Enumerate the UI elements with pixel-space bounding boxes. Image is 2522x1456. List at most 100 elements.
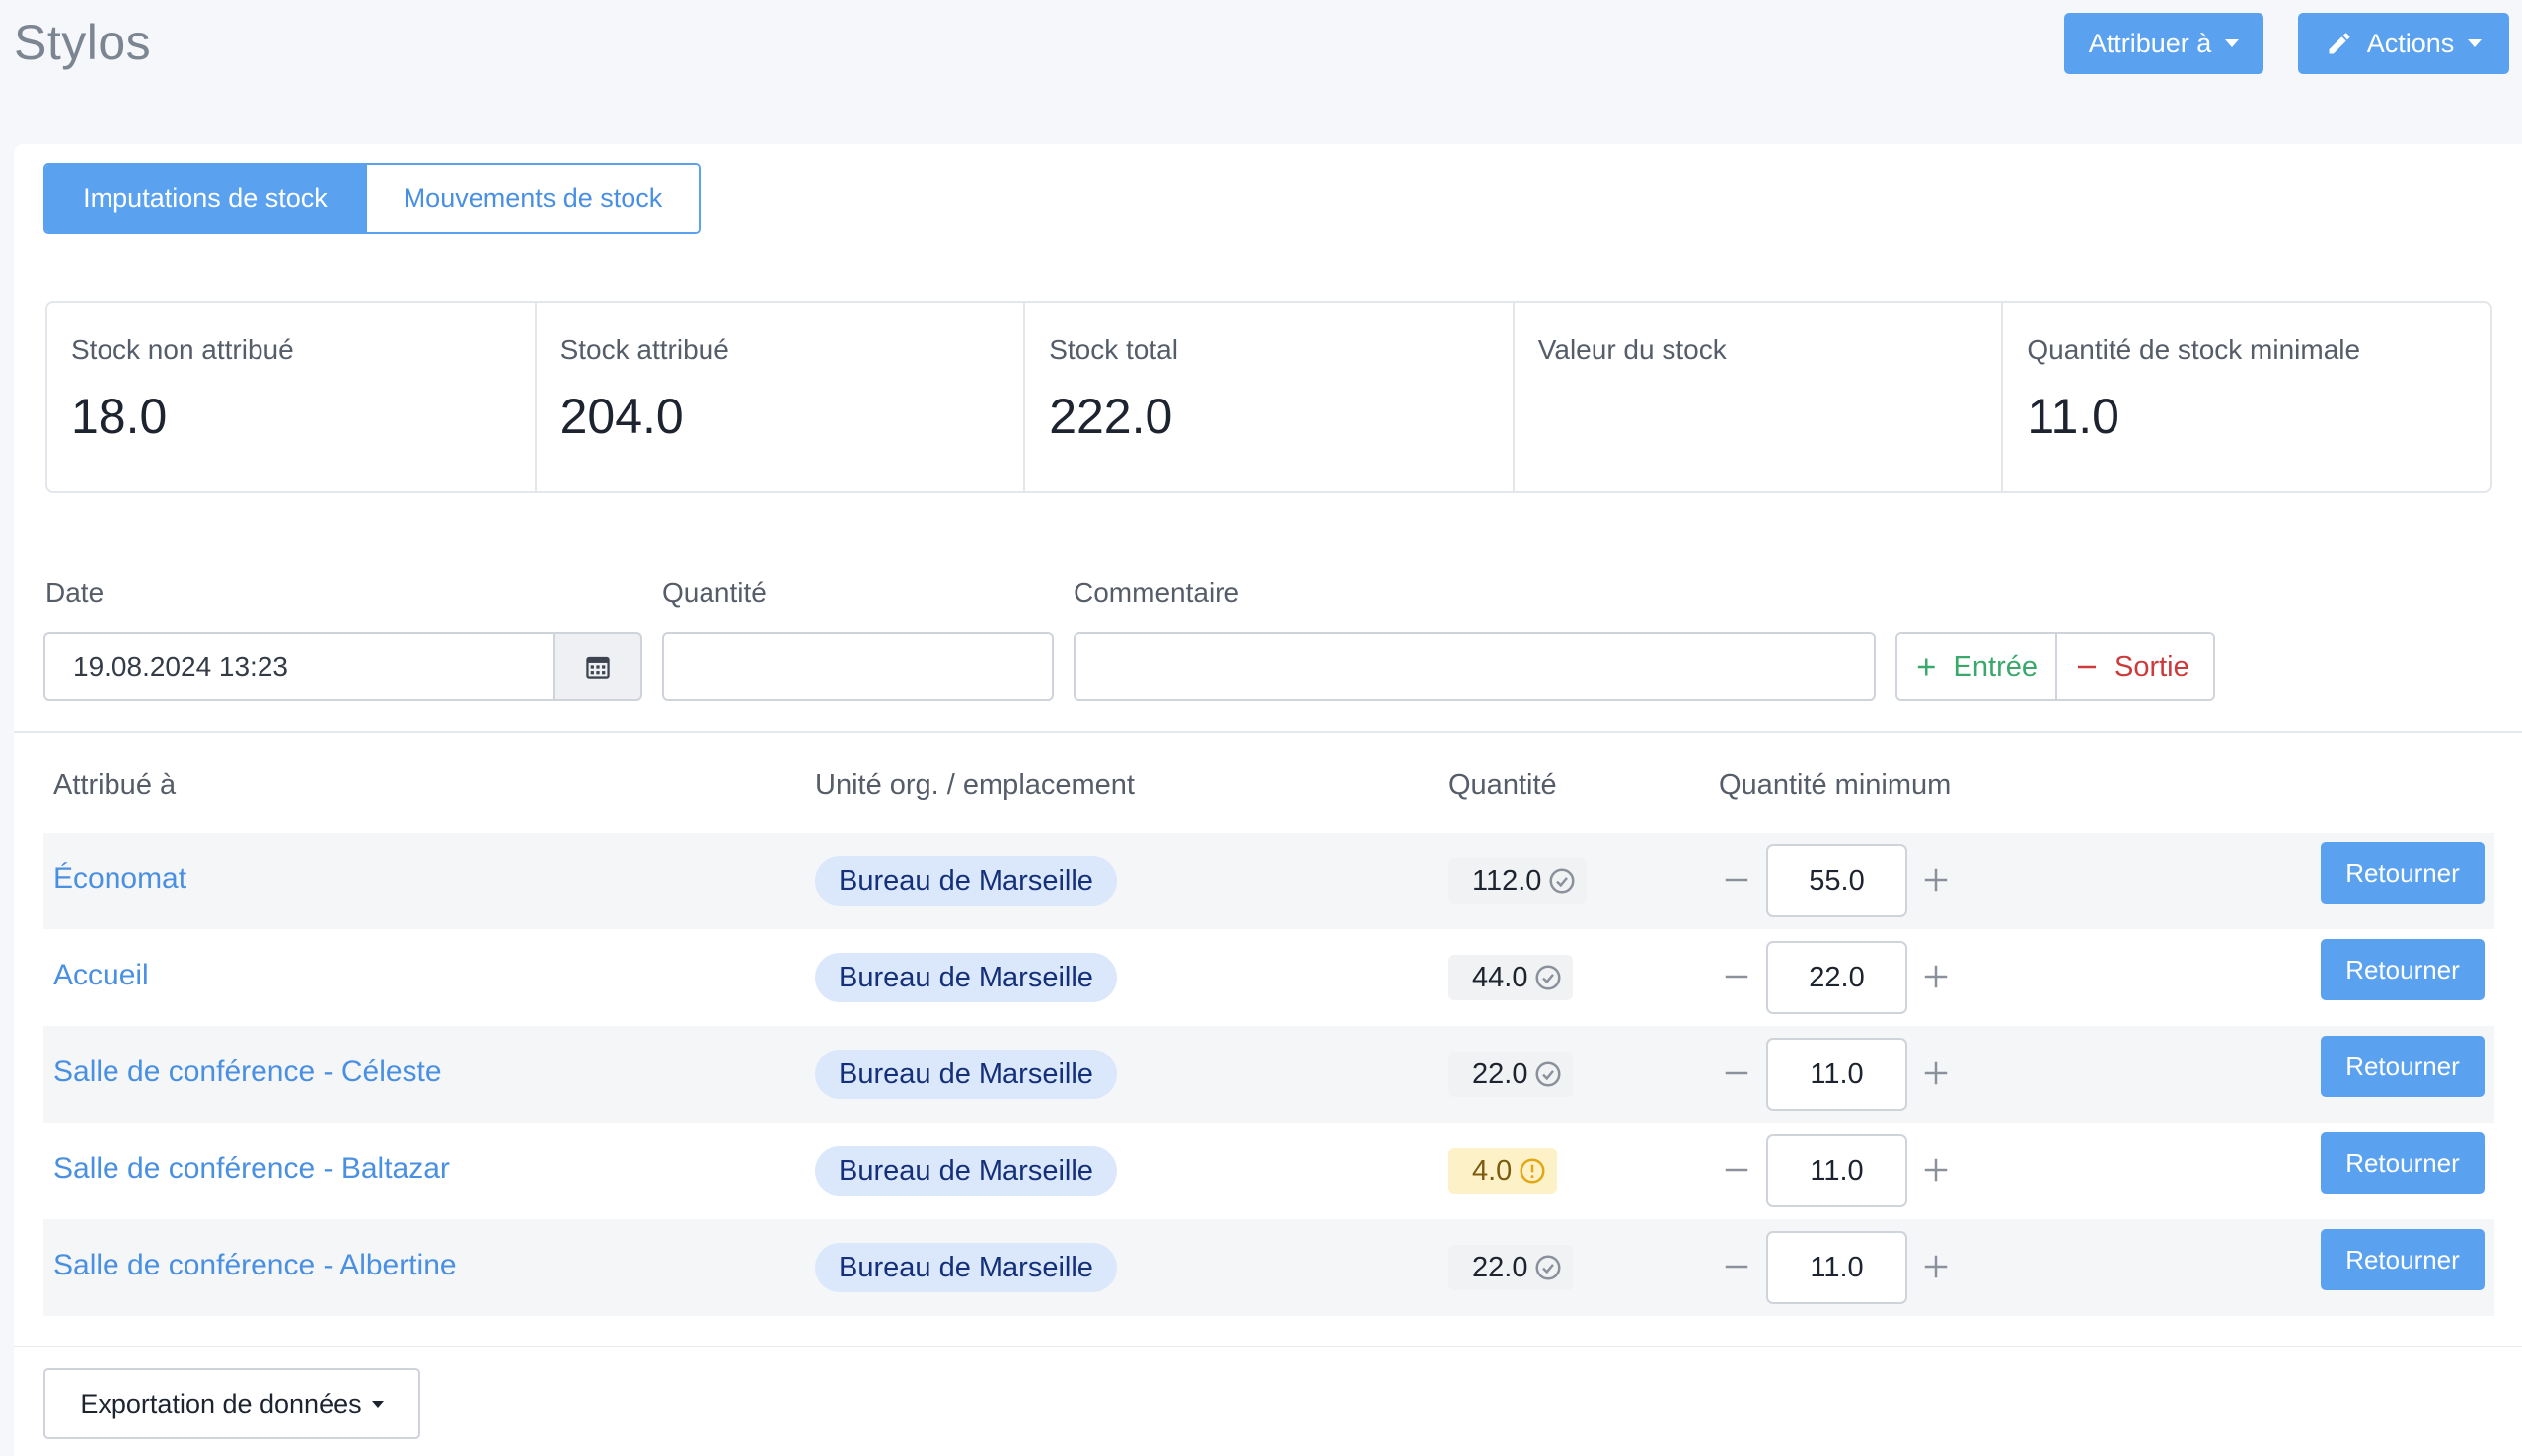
return-button[interactable]: Retourner (2321, 1229, 2485, 1290)
plus-icon (1924, 1255, 1948, 1278)
tab-bar: Imputations de stock Mouvements de stock (43, 163, 701, 234)
quantity-badge: 112.0 (1448, 858, 1588, 904)
increment-min-button[interactable] (1916, 1054, 1956, 1093)
tab-stock-movements[interactable]: Mouvements de stock (365, 165, 699, 232)
table-row: Accueil Bureau de Marseille 44.0 Retourn… (43, 929, 2494, 1026)
stat-assigned-stock: Stock attribué 204.0 (537, 303, 1026, 491)
quantity-input[interactable] (662, 632, 1054, 701)
assigned-to-link[interactable]: Accueil (53, 959, 149, 992)
increment-min-button[interactable] (1916, 860, 1956, 900)
stat-value: 204.0 (559, 389, 684, 444)
plus-icon (1924, 965, 1948, 988)
decrement-min-button[interactable] (1717, 1054, 1756, 1093)
minus-icon (1725, 1265, 1748, 1269)
table-row: Salle de conférence - Céleste Bureau de … (43, 1026, 2494, 1123)
table-row: Salle de conférence - Baltazar Bureau de… (43, 1123, 2494, 1219)
stat-total-stock: Stock total 222.0 (1025, 303, 1515, 491)
assigned-to-link[interactable]: Économat (53, 862, 186, 896)
column-header-min-quantity: Quantité minimum (1719, 769, 1952, 801)
table-row: Économat Bureau de Marseille 112.0 Retou… (43, 833, 2494, 929)
minus-icon (2078, 665, 2096, 669)
check-circle-icon (1535, 1061, 1561, 1087)
stat-label: Valeur du stock (1537, 334, 1727, 365)
page-title: Stylos (14, 15, 152, 70)
plus-icon (1924, 1061, 1948, 1085)
stat-stock-value: Valeur du stock (1515, 303, 2004, 491)
table-row: Salle de conférence - Albertine Bureau d… (43, 1219, 2494, 1316)
quantity-label: Quantité (662, 577, 767, 608)
assign-to-label: Attribuer à (2088, 28, 2212, 58)
min-quantity-input[interactable] (1766, 844, 1907, 917)
increment-min-button[interactable] (1916, 1247, 1956, 1286)
min-quantity-input[interactable] (1766, 1038, 1907, 1111)
return-button[interactable]: Retourner (2321, 1036, 2485, 1097)
quantity-value: 22.0 (1472, 1057, 1528, 1090)
increment-min-button[interactable] (1916, 957, 1956, 996)
quantity-value: 4.0 (1472, 1154, 1513, 1187)
plus-icon (1917, 658, 1935, 676)
min-quantity-input[interactable] (1766, 1231, 1907, 1304)
divider (14, 731, 2522, 733)
quantity-badge-warning: 4.0 (1448, 1148, 1558, 1194)
check-circle-icon (1535, 965, 1561, 990)
comment-input[interactable] (1074, 632, 1876, 701)
warning-circle-icon (1520, 1158, 1545, 1184)
calendar-icon (585, 656, 610, 679)
stock-out-button[interactable]: Sortie (2057, 634, 2213, 699)
calendar-button[interactable] (553, 632, 642, 701)
quantity-value: 22.0 (1472, 1251, 1528, 1283)
caret-down-icon (371, 1400, 384, 1408)
stat-unassigned-stock: Stock non attribué 18.0 (47, 303, 537, 491)
increment-min-button[interactable] (1916, 1150, 1956, 1190)
location-badge[interactable]: Bureau de Marseille (815, 1146, 1117, 1196)
stat-minimum-stock: Quantité de stock minimale 11.0 (2003, 303, 2490, 491)
caret-down-icon (2468, 39, 2483, 47)
stat-label: Stock non attribué (71, 334, 294, 365)
check-circle-icon (1535, 1255, 1561, 1280)
quantity-badge: 22.0 (1448, 1052, 1574, 1097)
min-quantity-input[interactable] (1766, 1134, 1907, 1207)
quantity-value: 112.0 (1472, 864, 1542, 897)
location-badge[interactable]: Bureau de Marseille (815, 953, 1117, 1002)
stat-label: Stock total (1049, 334, 1178, 365)
minus-icon (1725, 1168, 1748, 1172)
minus-icon (1725, 878, 1748, 882)
decrement-min-button[interactable] (1717, 860, 1756, 900)
column-header-location: Unité org. / emplacement (815, 769, 1135, 801)
return-button[interactable]: Retourner (2321, 1132, 2485, 1194)
return-button[interactable]: Retourner (2321, 939, 2485, 1000)
decrement-min-button[interactable] (1717, 957, 1756, 996)
min-quantity-input[interactable] (1766, 941, 1907, 1014)
stock-io-group: Entrée Sortie (1895, 632, 2215, 701)
plus-icon (1924, 1158, 1948, 1182)
quantity-value: 44.0 (1472, 961, 1528, 993)
pencil-icon (2329, 33, 2350, 54)
assigned-to-link[interactable]: Salle de conférence - Albertine (53, 1249, 457, 1282)
export-data-label: Exportation de données (80, 1388, 362, 1419)
minus-icon (1725, 1071, 1748, 1075)
date-input[interactable] (43, 632, 555, 701)
stat-label: Stock attribué (559, 334, 729, 365)
quantity-badge: 22.0 (1448, 1245, 1574, 1290)
decrement-min-button[interactable] (1717, 1247, 1756, 1286)
location-badge[interactable]: Bureau de Marseille (815, 856, 1117, 906)
date-label: Date (45, 577, 105, 608)
tab-stock-allocations[interactable]: Imputations de stock (45, 165, 365, 232)
stat-label: Quantité de stock minimale (2027, 334, 2361, 365)
export-data-button[interactable]: Exportation de données (43, 1368, 420, 1439)
column-header-assigned-to: Attribué à (53, 769, 177, 801)
stat-value: 18.0 (71, 389, 168, 444)
comment-label: Commentaire (1074, 577, 1240, 608)
column-header-quantity: Quantité (1448, 769, 1557, 801)
assigned-to-link[interactable]: Salle de conférence - Baltazar (53, 1152, 450, 1186)
stock-in-button[interactable]: Entrée (1897, 634, 2057, 699)
assign-to-button[interactable]: Attribuer à (2064, 13, 2263, 74)
return-button[interactable]: Retourner (2321, 842, 2485, 904)
check-circle-icon (1549, 868, 1575, 894)
actions-button[interactable]: Actions (2298, 13, 2509, 74)
location-badge[interactable]: Bureau de Marseille (815, 1050, 1117, 1099)
plus-icon (1924, 868, 1948, 892)
location-badge[interactable]: Bureau de Marseille (815, 1243, 1117, 1292)
decrement-min-button[interactable] (1717, 1150, 1756, 1190)
assigned-to-link[interactable]: Salle de conférence - Céleste (53, 1056, 442, 1089)
